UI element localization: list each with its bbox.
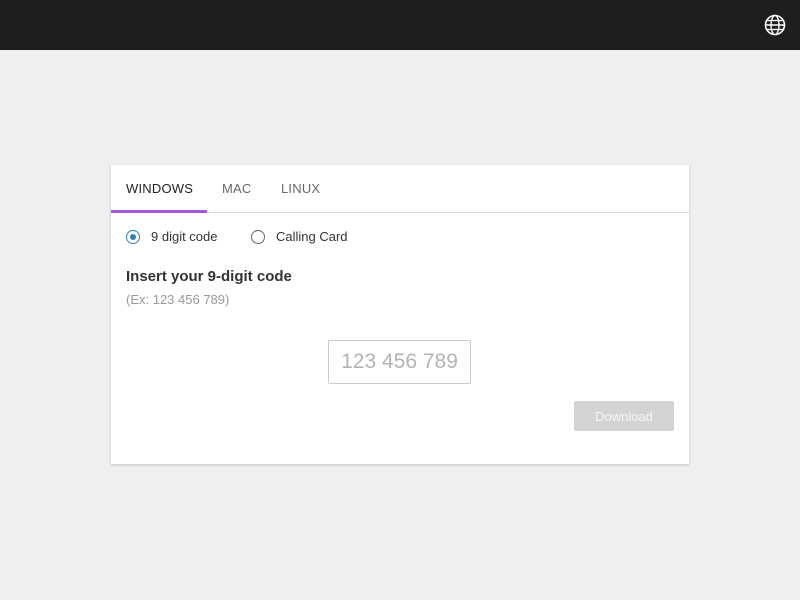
radio-label-calling-card: Calling Card xyxy=(276,229,348,244)
top-bar xyxy=(0,0,800,50)
download-card: WINDOWS MAC LINUX 9 digit code Calling C… xyxy=(111,165,689,464)
active-tab-indicator xyxy=(111,210,207,213)
tab-linux[interactable]: LINUX xyxy=(281,165,320,212)
globe-icon xyxy=(764,14,786,36)
language-button[interactable] xyxy=(764,14,786,36)
code-heading: Insert your 9-digit code xyxy=(126,268,292,285)
tab-mac[interactable]: MAC xyxy=(222,165,252,212)
code-example-hint: (Ex: 123 456 789) xyxy=(126,292,230,307)
radio-button-unchecked[interactable] xyxy=(251,230,265,244)
radio-label-9-digit-code: 9 digit code xyxy=(151,229,218,244)
code-input[interactable] xyxy=(328,340,471,384)
radio-dot xyxy=(130,234,136,240)
os-tabs: WINDOWS MAC LINUX xyxy=(111,165,689,213)
download-button[interactable]: Download xyxy=(574,401,674,431)
radio-button-checked[interactable] xyxy=(126,230,140,244)
tab-windows[interactable]: WINDOWS xyxy=(126,165,193,212)
